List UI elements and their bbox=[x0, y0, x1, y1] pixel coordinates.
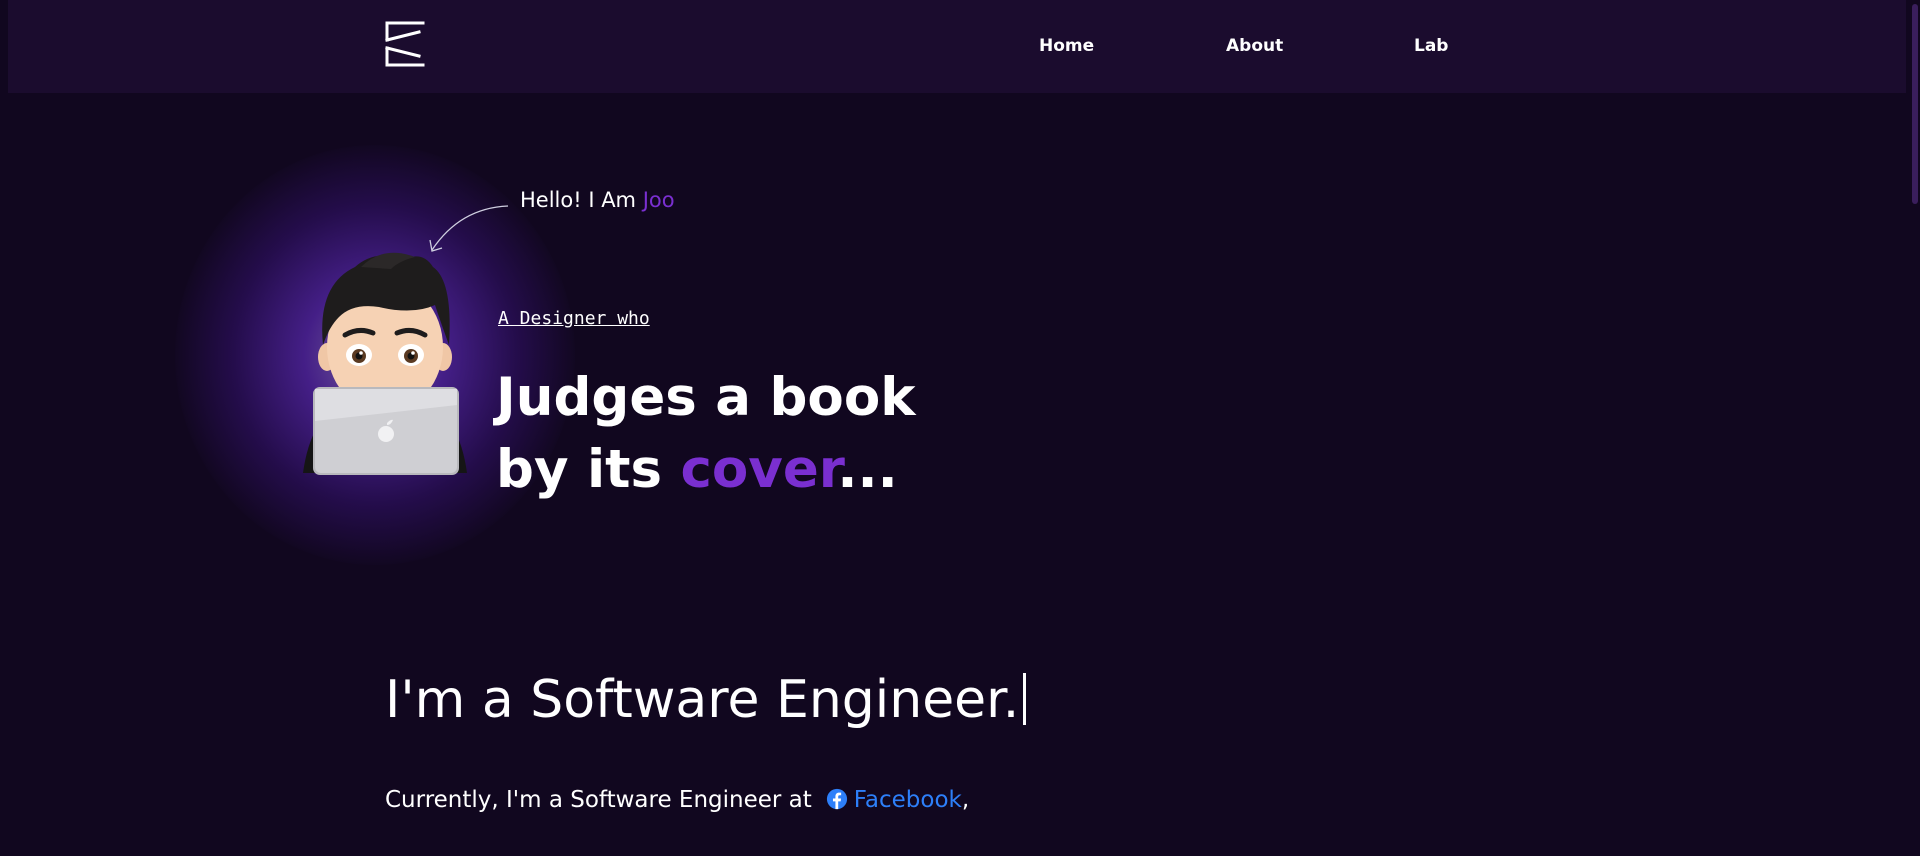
headline-accent-word: cover bbox=[680, 439, 838, 500]
headline-line-2: by its cover... bbox=[496, 434, 916, 506]
pointer-arrow-icon bbox=[429, 205, 509, 252]
headline-line-1: Judges a book bbox=[496, 367, 916, 428]
greeting: Hello! I Am Joo bbox=[520, 188, 675, 212]
hero-headline: Judges a book by its cover... bbox=[496, 362, 916, 506]
memoji-with-laptop-icon bbox=[303, 252, 467, 475]
headline-line-2-prefix: by its bbox=[496, 439, 681, 500]
greeting-prefix: Hello! I Am bbox=[520, 188, 643, 212]
nav-lab-link[interactable]: Lab bbox=[1414, 36, 1448, 56]
role-text: I'm a Software Engineer. bbox=[385, 670, 1020, 730]
nav-about-link[interactable]: About bbox=[1226, 36, 1283, 56]
current-position: Currently, I'm a Software Engineer at Fa… bbox=[385, 787, 969, 813]
current-position-prefix: Currently, I'm a Software Engineer at bbox=[385, 787, 812, 813]
nav-home-link[interactable]: Home bbox=[1039, 36, 1094, 56]
scrollbar-thumb[interactable] bbox=[1912, 4, 1918, 204]
role-heading: I'm a Software Engineer. bbox=[385, 670, 1027, 730]
top-navbar bbox=[8, 0, 1906, 93]
page: Home About Lab Hello! I Am Joo A Designe… bbox=[0, 0, 1920, 856]
headline-line-2-suffix: ... bbox=[837, 439, 898, 500]
trailing-comma: , bbox=[961, 787, 970, 813]
greeting-name: Joo bbox=[642, 188, 675, 212]
typing-cursor bbox=[1023, 673, 1027, 725]
facebook-icon bbox=[826, 788, 847, 810]
k-monogram-logo-icon[interactable] bbox=[383, 20, 427, 68]
facebook-link[interactable]: Facebook bbox=[826, 787, 962, 813]
tagline: A Designer who bbox=[498, 308, 650, 329]
facebook-link-label: Facebook bbox=[853, 787, 962, 813]
